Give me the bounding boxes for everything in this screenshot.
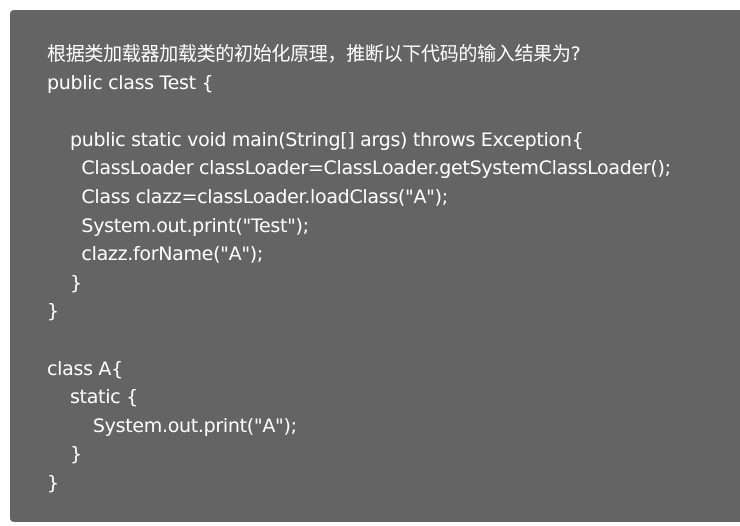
code-line: public static void main(String[] args) t…: [47, 128, 584, 151]
code-line: }: [47, 471, 59, 494]
code-line: System.out.print("A");: [47, 414, 297, 437]
code-line: static {: [47, 386, 138, 409]
code-line: public class Test {: [47, 71, 214, 94]
code-line: }: [47, 443, 82, 466]
code-line: System.out.print("Test");: [47, 214, 309, 237]
question-card: 根据类加载器加载类的初始化原理，推断以下代码的输入结果为? public cla…: [10, 10, 740, 522]
code-line: clazz.forName("A");: [47, 243, 263, 266]
code-block: public class Test { public static void m…: [47, 69, 737, 498]
code-line: ClassLoader classLoader=ClassLoader.getS…: [47, 157, 671, 180]
code-line: Class clazz=classLoader.loadClass("A");: [47, 185, 448, 208]
code-line: }: [47, 271, 82, 294]
question-prompt: 根据类加载器加载类的初始化原理，推断以下代码的输入结果为?: [47, 43, 581, 65]
question-content: 根据类加载器加载类的初始化原理，推断以下代码的输入结果为? public cla…: [47, 40, 737, 498]
code-line: }: [47, 300, 59, 323]
code-line: class A{: [47, 357, 123, 380]
